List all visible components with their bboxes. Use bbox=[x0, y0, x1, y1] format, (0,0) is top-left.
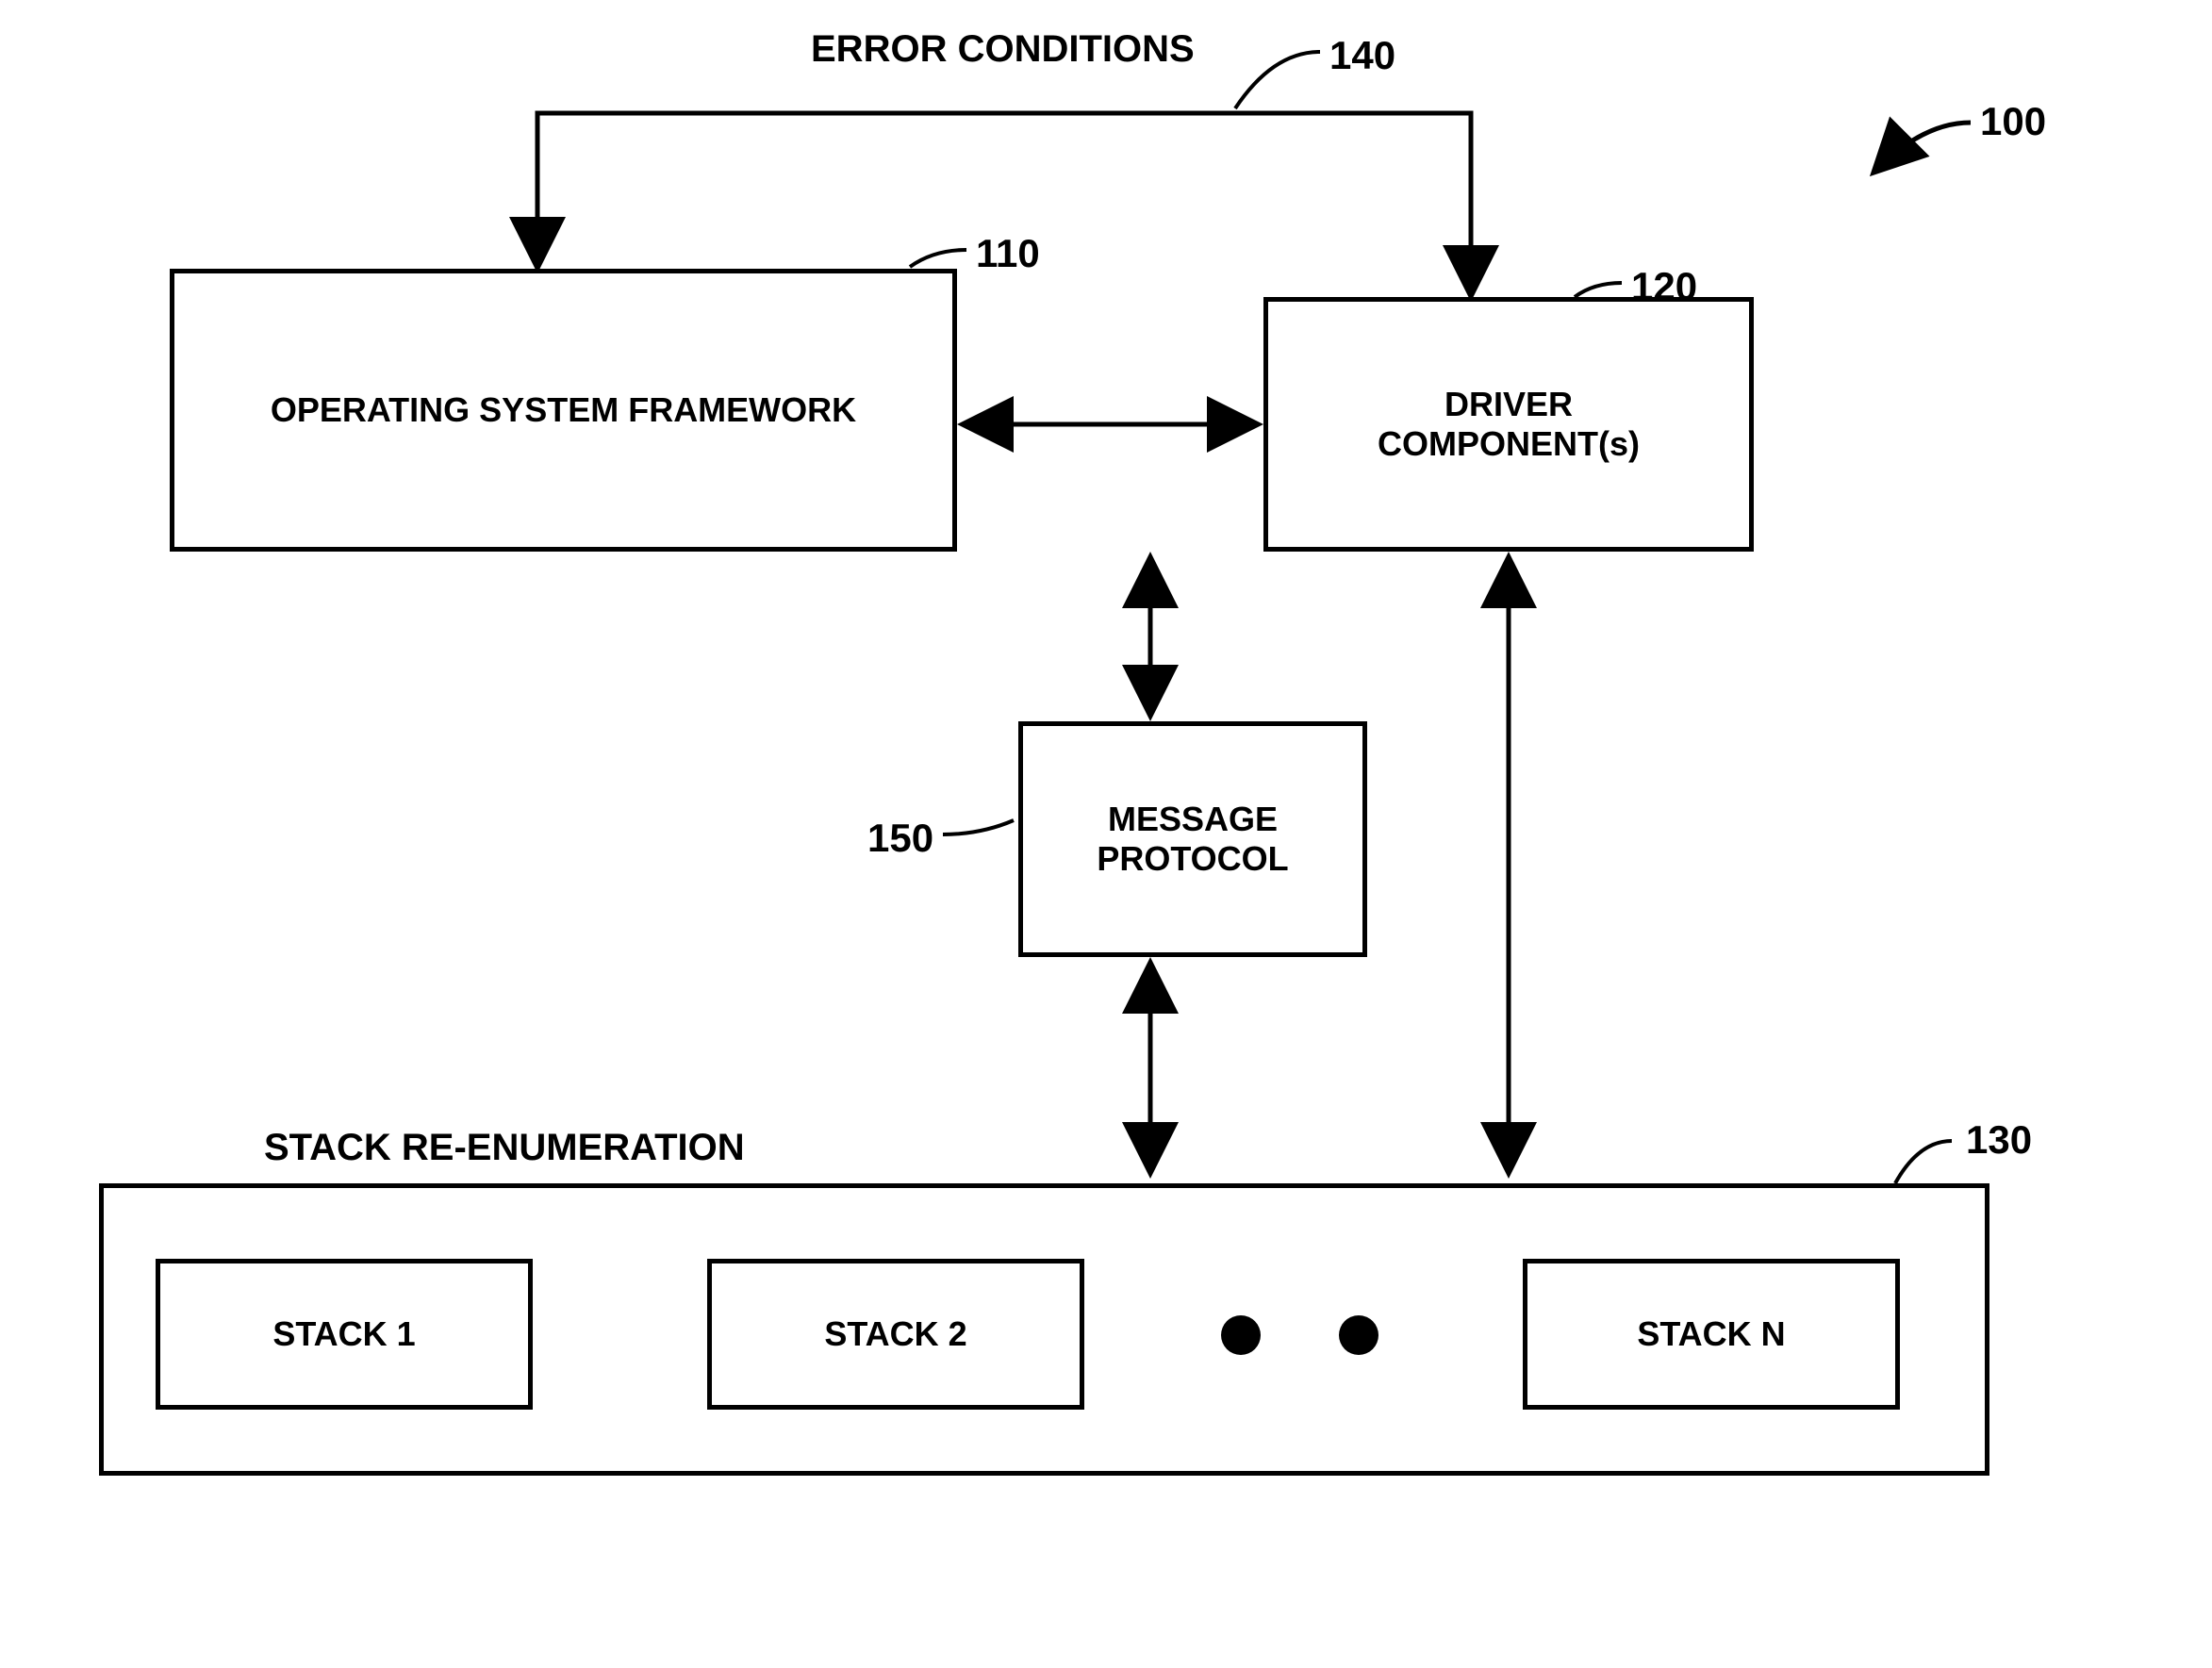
ref-150: 150 bbox=[867, 816, 933, 861]
driver-components-box: DRIVER COMPONENT(s) bbox=[1263, 297, 1754, 552]
message-protocol-text: MESSAGE PROTOCOL bbox=[1097, 800, 1288, 879]
stack-n-text: STACK N bbox=[1637, 1314, 1785, 1354]
ref-130: 130 bbox=[1966, 1117, 2032, 1163]
error-conditions-label: ERROR CONDITIONS bbox=[811, 28, 1195, 71]
stack-1-text: STACK 1 bbox=[272, 1314, 415, 1354]
os-framework-text: OPERATING SYSTEM FRAMEWORK bbox=[271, 390, 856, 430]
diagram-root: ERROR CONDITIONS 140 100 110 120 OPERATI… bbox=[0, 0, 2212, 1668]
stack-reenumeration-label: STACK RE-ENUMERATION bbox=[264, 1127, 745, 1169]
ref-110: 110 bbox=[976, 231, 1040, 276]
stack-n-box: STACK N bbox=[1523, 1259, 1900, 1410]
os-framework-box: OPERATING SYSTEM FRAMEWORK bbox=[170, 269, 957, 552]
stack-2-text: STACK 2 bbox=[824, 1314, 966, 1354]
ref-140: 140 bbox=[1329, 33, 1395, 78]
message-protocol-box: MESSAGE PROTOCOL bbox=[1018, 721, 1367, 957]
driver-components-text: DRIVER COMPONENT(s) bbox=[1378, 385, 1640, 464]
ellipsis-dot-1 bbox=[1221, 1315, 1261, 1355]
ellipsis-dot-2 bbox=[1339, 1315, 1378, 1355]
stack-2-box: STACK 2 bbox=[707, 1259, 1084, 1410]
ref-100: 100 bbox=[1980, 99, 2046, 144]
stack-1-box: STACK 1 bbox=[156, 1259, 533, 1410]
stack-container: STACK 1 STACK 2 STACK N bbox=[99, 1183, 1989, 1476]
